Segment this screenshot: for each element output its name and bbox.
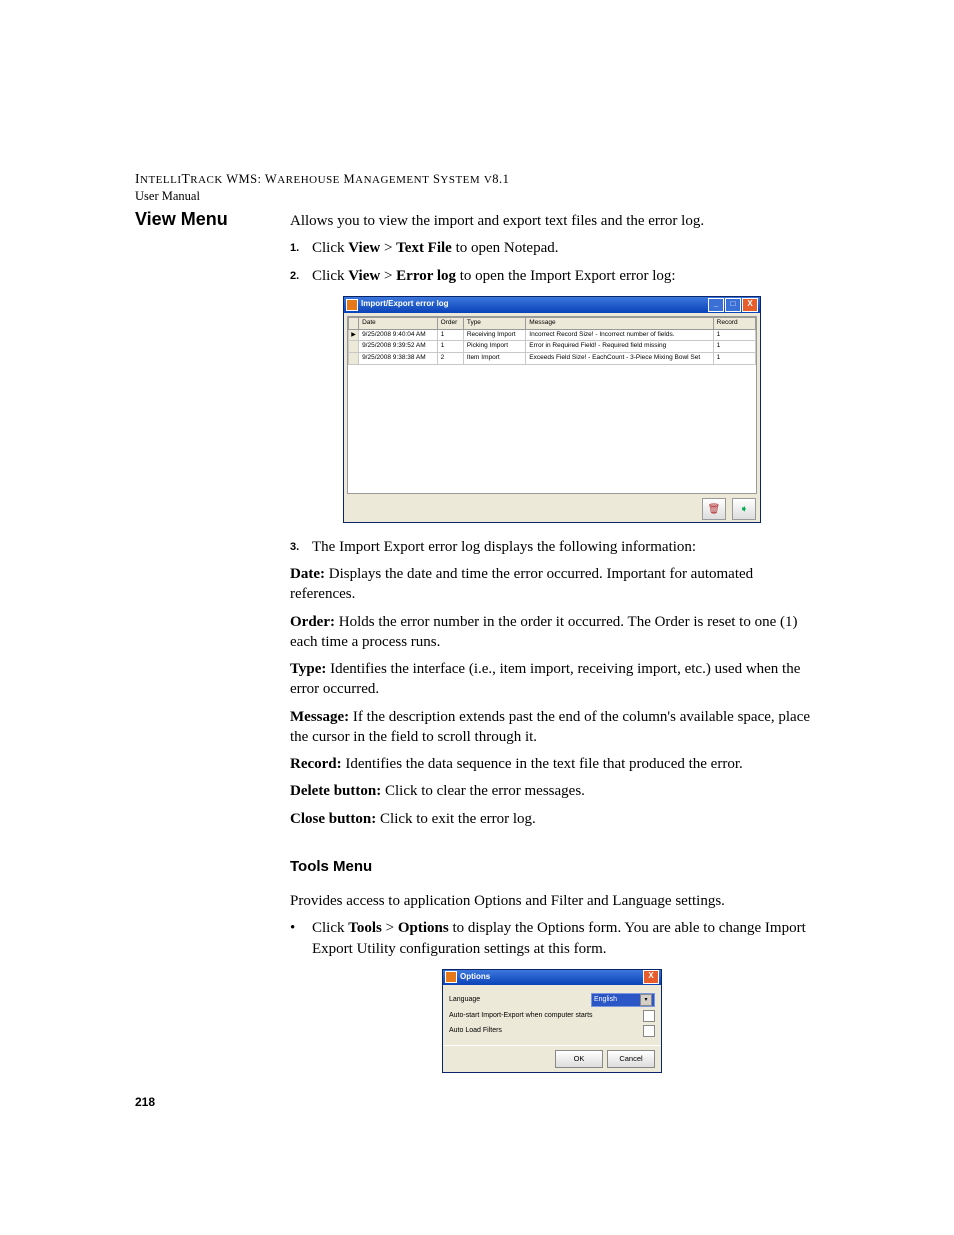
options-title: Options <box>460 972 643 983</box>
step-2: 2. Click View > Error log to open the Im… <box>290 266 814 286</box>
door-exit-icon: ➧ <box>740 503 748 517</box>
page-number: 218 <box>135 1094 155 1110</box>
exit-button[interactable]: ➧ <box>732 498 756 520</box>
autoload-label: Auto Load Filters <box>449 1026 643 1035</box>
field-close-button: Close button: Click to exit the error lo… <box>290 809 814 829</box>
field-type: Type: Identifies the interface (i.e., it… <box>290 659 814 700</box>
cancel-button[interactable]: Cancel <box>607 1050 655 1068</box>
delete-button[interactable]: 🗑 <box>702 498 726 520</box>
language-label: Language <box>449 995 591 1004</box>
field-date: Date: Displays the date and time the err… <box>290 564 814 605</box>
ok-button[interactable]: OK <box>555 1050 603 1068</box>
maximize-button[interactable]: □ <box>725 298 741 312</box>
tools-bullet: • Click Tools > Options to display the O… <box>290 918 814 959</box>
chevron-down-icon: ▾ <box>640 994 652 1006</box>
field-order: Order: Holds the error number in the ord… <box>290 612 814 653</box>
error-log-titlebar[interactable]: Import/Export error log _ □ X <box>344 297 760 313</box>
close-window-button[interactable]: X <box>742 298 758 312</box>
language-select[interactable]: English ▾ <box>591 993 655 1007</box>
trash-icon: 🗑 <box>708 503 721 517</box>
table-row[interactable]: ▶9/25/2008 9:40:04 AM1Receiving ImportIn… <box>349 329 756 341</box>
app-icon <box>346 299 358 311</box>
autoload-checkbox[interactable] <box>643 1025 655 1037</box>
view-menu-heading: View Menu <box>135 207 228 231</box>
options-dialog: Options X Language English ▾ Auto-start … <box>442 969 662 1073</box>
options-titlebar[interactable]: Options X <box>443 970 661 985</box>
grid-header-row: DateOrderTypeMessageRecord <box>349 317 756 329</box>
error-log-window: Import/Export error log _ □ X DateOrderT… <box>343 296 761 523</box>
running-header-line2: User Manual <box>135 188 814 205</box>
table-row[interactable]: 9/25/2008 9:39:52 AM1Picking ImportError… <box>349 341 756 353</box>
field-message: Message: If the description extends past… <box>290 707 814 748</box>
error-log-title: Import/Export error log <box>361 299 708 310</box>
step-1: 1. Click View > Text File to open Notepa… <box>290 238 814 258</box>
field-record: Record: Identifies the data sequence in … <box>290 754 814 774</box>
close-dialog-button[interactable]: X <box>643 970 659 984</box>
minimize-button[interactable]: _ <box>708 298 724 312</box>
field-delete-button: Delete button: Click to clear the error … <box>290 781 814 801</box>
view-menu-intro: Allows you to view the import and export… <box>290 211 814 231</box>
step-3: 3. The Import Export error log displays … <box>290 537 814 557</box>
tools-intro: Provides access to application Options a… <box>290 891 814 911</box>
tools-menu-heading: Tools Menu <box>290 857 814 877</box>
running-header-line1: INTELLITRACK WMS: WAREHOUSE MANAGEMENT S… <box>135 170 814 188</box>
autostart-label: Auto-start Import-Export when computer s… <box>449 1011 643 1020</box>
error-log-grid[interactable]: DateOrderTypeMessageRecord ▶9/25/2008 9:… <box>348 317 756 365</box>
app-icon <box>445 971 457 983</box>
autostart-checkbox[interactable] <box>643 1010 655 1022</box>
table-row[interactable]: 9/25/2008 9:38:38 AM2Item ImportExceeds … <box>349 353 756 365</box>
